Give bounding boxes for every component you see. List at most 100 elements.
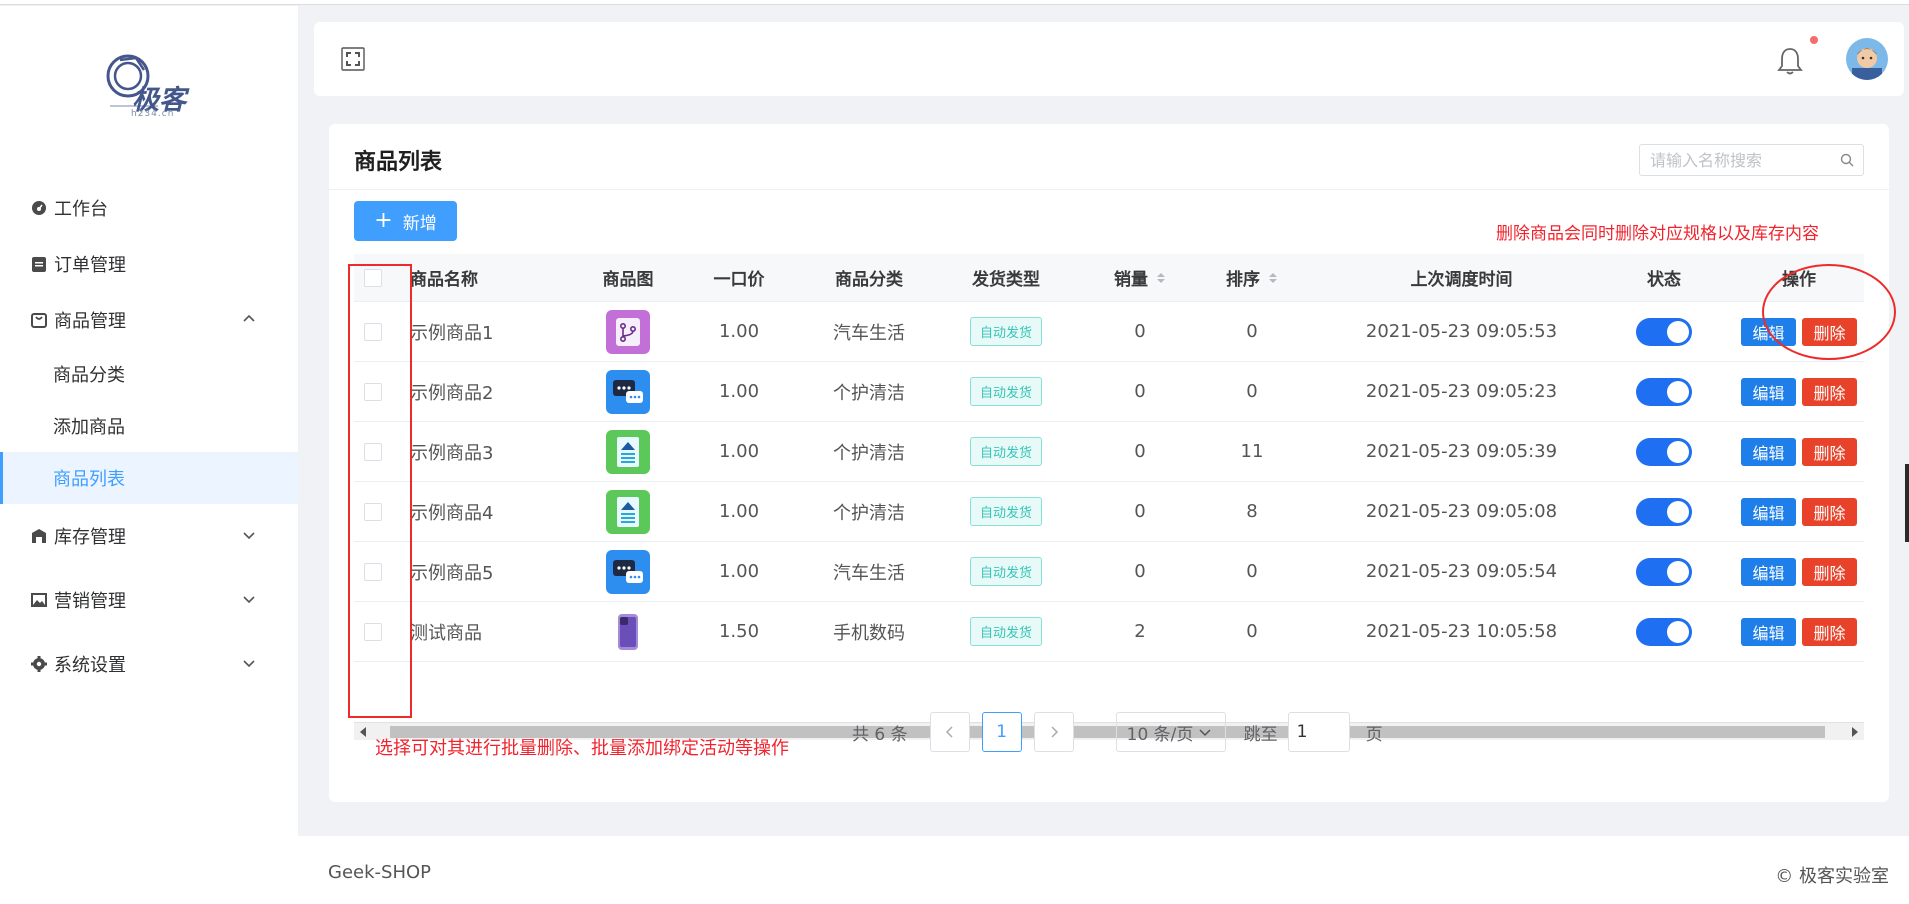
prev-page-button[interactable] — [929, 712, 970, 752]
status-toggle[interactable] — [1636, 617, 1692, 646]
notification-bell-icon[interactable] — [1776, 46, 1804, 76]
product-name: 示例商品4 — [410, 502, 494, 524]
dashboard-icon — [30, 199, 48, 217]
sidebar-item-label: 系统设置 — [54, 655, 126, 676]
sidebar-item-label: 商品管理 — [54, 311, 126, 332]
shipping-type-cell: 自动发货 — [941, 302, 1071, 361]
actions-cell: 编辑 删除 — [1734, 362, 1864, 421]
sidebar-item-settings[interactable]: 系统设置 — [0, 636, 298, 692]
table-row: 示例商品3 1.00 个护清洁 自动发货 0 11 2021-05-23 09:… — [354, 422, 1864, 482]
table-row: 示例商品5 1.00 汽车生活 自动发货 0 0 2021-05-23 09:0… — [354, 542, 1864, 602]
status-toggle[interactable] — [1636, 437, 1692, 466]
actions-cell: 编辑 删除 — [1734, 422, 1864, 481]
edit-button[interactable]: 编辑 — [1741, 437, 1796, 466]
delete-button[interactable]: 删除 — [1802, 497, 1857, 526]
phone-icon — [606, 610, 650, 654]
product-category: 汽车生活 — [833, 562, 905, 584]
shipping-type-cell: 自动发货 — [941, 362, 1071, 421]
delete-button[interactable]: 删除 — [1802, 557, 1857, 586]
product-category: 汽车生活 — [833, 322, 905, 344]
scroll-left-arrow-icon[interactable] — [360, 727, 366, 737]
column-header-name: 商品名称 — [410, 270, 478, 290]
product-sort: 0 — [1246, 621, 1258, 642]
sidebar-item-dashboard[interactable]: 工作台 — [0, 180, 298, 236]
footer-copyright: © 极客实验室 — [1775, 866, 1889, 887]
delete-button[interactable]: 删除 — [1802, 617, 1857, 646]
edit-button[interactable]: 编辑 — [1741, 377, 1796, 406]
product-price: 1.00 — [718, 381, 760, 402]
column-header-sales[interactable]: 销量 — [1084, 254, 1196, 301]
last-schedule-time: 2021-05-23 09:05:39 — [1365, 441, 1558, 462]
top-header — [314, 22, 1904, 96]
user-avatar[interactable] — [1846, 38, 1888, 80]
sidebar-item-add-product[interactable]: 添加商品 — [0, 400, 298, 452]
search-input[interactable] — [1650, 150, 1830, 170]
product-image — [580, 302, 676, 361]
pagination: 共 6 条 1 10 条/页 跳至 页 — [852, 712, 1383, 752]
edit-button[interactable]: 编辑 — [1741, 557, 1796, 586]
column-header-category: 商品分类 — [835, 270, 903, 290]
table-row: 示例商品4 1.00 个护清洁 自动发货 0 8 2021-05-23 09:0… — [354, 482, 1864, 542]
chevron-down-icon — [243, 532, 255, 540]
search-icon[interactable] — [1840, 153, 1855, 168]
add-button-label: 新增 — [402, 213, 437, 234]
sidebar-item-marketing[interactable]: 营销管理 — [0, 572, 298, 628]
sort-icon[interactable] — [1268, 271, 1278, 285]
page-scrollbar[interactable] — [1905, 464, 1909, 542]
column-header-label: 销量 — [1114, 270, 1148, 290]
chevron-down-icon — [1199, 729, 1211, 737]
shipping-type-cell: 自动发货 — [941, 542, 1071, 601]
chevron-right-icon — [1051, 726, 1058, 738]
status-cell — [1634, 482, 1694, 541]
sort-icon[interactable] — [1156, 271, 1166, 285]
status-toggle[interactable] — [1636, 377, 1692, 406]
add-product-button[interactable]: + 新增 — [354, 201, 457, 241]
plus-icon: + — [374, 208, 393, 233]
divider — [329, 189, 1889, 190]
image-icon — [30, 591, 48, 609]
jump-label: 跳至 — [1243, 724, 1278, 745]
column-header-time: 上次调度时间 — [1410, 270, 1513, 290]
product-sales: 0 — [1134, 381, 1146, 402]
actions-cell: 编辑 删除 — [1734, 602, 1864, 661]
scroll-right-arrow-icon[interactable] — [1852, 727, 1858, 737]
pagination-total: 共 6 条 — [852, 724, 908, 745]
page-size-select[interactable]: 10 条/页 — [1115, 712, 1226, 752]
product-image — [580, 482, 676, 541]
status-toggle[interactable] — [1636, 497, 1692, 526]
delete-button[interactable]: 删除 — [1802, 437, 1857, 466]
sidebar-item-inventory[interactable]: 库存管理 — [0, 508, 298, 564]
sidebar-item-product-list[interactable]: 商品列表 — [0, 452, 298, 504]
checkbox-column-annotation-box — [348, 264, 412, 718]
status-cell — [1634, 602, 1694, 661]
next-page-button[interactable] — [1033, 712, 1074, 752]
last-schedule-time: 2021-05-23 09:05:08 — [1365, 501, 1558, 522]
page-number-button[interactable]: 1 — [981, 712, 1022, 752]
sidebar-item-orders[interactable]: 订单管理 — [0, 236, 298, 292]
edit-button[interactable]: 编辑 — [1741, 497, 1796, 526]
delete-button[interactable]: 删除 — [1802, 377, 1857, 406]
actions-annotation-circle — [1762, 264, 1896, 360]
product-table: 商品名称 商品图 一口价 商品分类 发货类型 销量 排序 上次调度时间 状态 操… — [354, 254, 1864, 740]
sidebar-item-product-category[interactable]: 商品分类 — [0, 348, 298, 400]
shipping-type-tag: 自动发货 — [969, 557, 1042, 586]
column-header-price: 一口价 — [713, 270, 765, 290]
status-toggle[interactable] — [1636, 557, 1692, 586]
sidebar-item-products[interactable]: 商品管理 — [0, 292, 298, 348]
product-image — [580, 602, 676, 661]
notification-badge — [1810, 36, 1818, 44]
blue-chat-icon — [606, 549, 650, 594]
product-price: 1.00 — [718, 501, 760, 522]
shipping-type-tag: 自动发货 — [969, 377, 1042, 406]
status-toggle[interactable] — [1636, 317, 1692, 346]
fullscreen-icon[interactable] — [340, 46, 366, 72]
search-box[interactable] — [1639, 144, 1864, 176]
table-row: 示例商品2 1.00 个护清洁 自动发货 0 0 2021-05-23 09:0… — [354, 362, 1864, 422]
blue-chat-icon — [606, 369, 650, 414]
column-header-sort[interactable]: 排序 — [1196, 254, 1308, 301]
product-name: 示例商品3 — [410, 442, 494, 464]
edit-button[interactable]: 编辑 — [1741, 617, 1796, 646]
jump-page-input[interactable] — [1287, 712, 1350, 752]
logo-subtext: h234.cn — [131, 109, 175, 119]
product-category: 个护清洁 — [833, 382, 905, 404]
